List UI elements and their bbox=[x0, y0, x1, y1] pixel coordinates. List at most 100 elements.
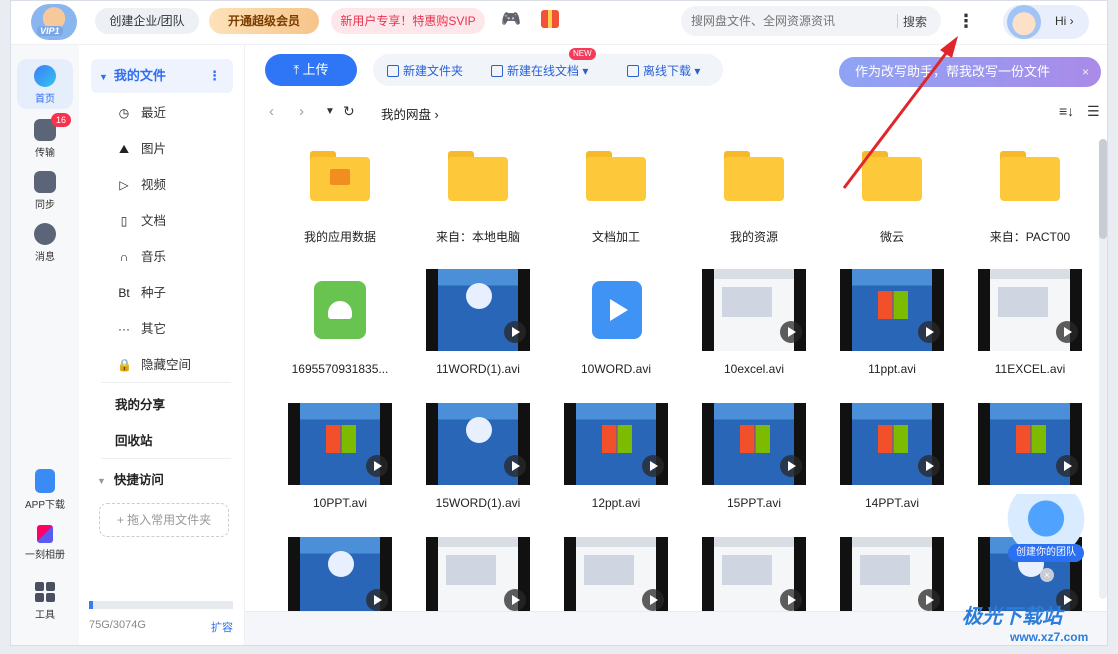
rail-sync[interactable]: 同步 bbox=[17, 165, 73, 215]
rail-tools[interactable]: 工具 bbox=[17, 575, 73, 625]
file-thumbnail bbox=[300, 269, 380, 349]
play-icon bbox=[918, 321, 940, 343]
sidebar-more-icon[interactable]: ⋮ bbox=[208, 59, 221, 93]
play-icon bbox=[918, 589, 940, 611]
my-share-item[interactable]: 我的分享 bbox=[115, 394, 165, 413]
rail-home[interactable]: 首页 bbox=[17, 59, 73, 109]
breadcrumb[interactable]: 我的网盘 › bbox=[381, 104, 439, 123]
play-icon bbox=[366, 455, 388, 477]
file-name: 10PPT.avi bbox=[312, 496, 368, 510]
file-tile[interactable]: 14PPT.avi bbox=[825, 403, 959, 529]
rail-messages-label: 消息 bbox=[35, 252, 55, 263]
sidebar-item[interactable]: ▯ 文档 bbox=[117, 211, 166, 231]
rewrite-assistant-banner[interactable]: 作为改写助手，帮我改写一份文件 × bbox=[839, 57, 1101, 87]
drop-folder-zone[interactable]: + 拖入常用文件夹 bbox=[99, 503, 229, 537]
upload-button[interactable]: ⤒ 上传 bbox=[265, 54, 357, 86]
file-tile[interactable] bbox=[825, 537, 959, 611]
file-name: 来自：本地电脑 bbox=[435, 230, 520, 244]
file-thumbnail bbox=[963, 403, 1097, 485]
folder-icon bbox=[724, 151, 784, 201]
file-tile[interactable]: 10WORD.avi bbox=[549, 269, 683, 395]
file-tile[interactable]: 11EXCEL.avi bbox=[963, 269, 1097, 395]
sort-icon[interactable]: ≡↓ bbox=[1059, 103, 1074, 119]
vertical-scrollbar[interactable] bbox=[1099, 139, 1107, 599]
sidebar-item[interactable]: ▷ 视频 bbox=[117, 175, 166, 195]
file-tile[interactable]: 11ppt.avi bbox=[825, 269, 959, 395]
add-doc-icon bbox=[491, 65, 503, 77]
rail-messages[interactable]: 消息 bbox=[17, 217, 73, 267]
sidebar-item[interactable]: ◷ 最近 bbox=[117, 103, 166, 123]
close-icon[interactable]: × bbox=[1082, 57, 1089, 87]
user-avatar[interactable]: VIP1 bbox=[31, 4, 77, 40]
search-button[interactable]: 搜索 bbox=[903, 13, 927, 30]
offline-download-button[interactable]: 离线下载 ▾ bbox=[627, 62, 700, 79]
rail-transfer[interactable]: 16 传输 bbox=[17, 113, 73, 163]
new-online-doc-label: 新建在线文档 bbox=[507, 64, 580, 78]
rail-album[interactable]: 一刻相册 bbox=[17, 519, 73, 569]
file-tile[interactable]: 11WORD(1).avi bbox=[411, 269, 545, 395]
sidebar-item-label: 视频 bbox=[141, 178, 167, 192]
sidebar-item[interactable]: ⛰ 图片 bbox=[117, 139, 166, 159]
list-view-icon[interactable]: ☰ bbox=[1087, 103, 1100, 120]
file-tile[interactable]: 12ppt.avi bbox=[549, 403, 683, 529]
quick-access-header[interactable]: ▼ 快捷访问 bbox=[97, 469, 164, 488]
sidebar-item[interactable]: 🔒 隐藏空间 bbox=[117, 355, 191, 375]
video-preview bbox=[978, 269, 1082, 351]
file-tile[interactable]: 1695570931835... bbox=[273, 269, 407, 395]
file-thumbnail bbox=[990, 135, 1070, 215]
file-tile[interactable]: 15WORD(1).avi bbox=[411, 403, 545, 529]
file-tile[interactable] bbox=[549, 537, 683, 611]
forward-arrow-icon[interactable]: › bbox=[299, 103, 304, 120]
gift-icon[interactable] bbox=[541, 10, 559, 28]
refresh-icon[interactable]: ↻ bbox=[343, 103, 355, 120]
scrollbar-thumb[interactable] bbox=[1099, 139, 1107, 239]
folder-tile[interactable]: 文档加工 bbox=[549, 135, 683, 261]
file-tile[interactable] bbox=[687, 537, 821, 611]
transfer-count-badge: 16 bbox=[51, 113, 71, 127]
folder-tile[interactable]: 来自：本地电脑 bbox=[411, 135, 545, 261]
play-icon bbox=[642, 455, 664, 477]
history-dropdown-icon[interactable]: ▼ bbox=[325, 106, 335, 117]
folder-tile[interactable]: 来自：PACT00 bbox=[963, 135, 1097, 261]
create-team-button[interactable]: 创建企业/团队 bbox=[95, 8, 199, 34]
quick-access-label: 快捷访问 bbox=[113, 473, 164, 487]
sync-icon bbox=[34, 171, 56, 193]
folder-tile[interactable]: 微云 bbox=[825, 135, 959, 261]
new-folder-button[interactable]: 新建文件夹 bbox=[387, 62, 463, 79]
video-preview bbox=[426, 269, 530, 351]
new-online-doc-button[interactable]: 新建在线文档 ▾ bbox=[491, 62, 588, 79]
expand-storage-link[interactable]: 扩容 bbox=[211, 619, 233, 635]
video-preview bbox=[840, 269, 944, 351]
back-arrow-icon[interactable]: ‹ bbox=[269, 103, 274, 120]
svip-promo-button[interactable]: 新用户专享！特惠购SVIP bbox=[331, 8, 485, 34]
sidebar-item[interactable]: ∩ 音乐 bbox=[117, 247, 166, 267]
file-name: 15WORD(1).avi bbox=[435, 496, 521, 510]
my-files-header[interactable]: ▼ 我的文件 ⋮ bbox=[91, 59, 233, 93]
sidebar-item-label: 最近 bbox=[141, 106, 167, 120]
file-tile[interactable]: 10PPT.avi bbox=[273, 403, 407, 529]
file-tile[interactable]: 15PPT.avi bbox=[687, 403, 821, 529]
video-preview bbox=[288, 403, 392, 485]
search-input[interactable] bbox=[691, 12, 891, 30]
recycle-bin-item[interactable]: 回收站 bbox=[115, 430, 153, 449]
file-thumbnail bbox=[687, 403, 821, 485]
file-name: 微云 bbox=[879, 230, 904, 244]
folder-tile[interactable]: 我的资源 bbox=[687, 135, 821, 261]
open-vip-button[interactable]: 开通超级会员 bbox=[209, 8, 319, 34]
assistant-greeting[interactable]: Hi › bbox=[1003, 5, 1089, 39]
create-team-float[interactable]: 创建你的团队 bbox=[1002, 494, 1090, 564]
play-icon bbox=[918, 455, 940, 477]
folder-icon bbox=[448, 151, 508, 201]
rail-tools-label: 工具 bbox=[35, 610, 55, 621]
file-tile[interactable] bbox=[411, 537, 545, 611]
sidebar-item[interactable]: Bt 种子 bbox=[117, 283, 166, 303]
file-tile[interactable] bbox=[273, 537, 407, 611]
folder-tile[interactable]: 我的应用数据 bbox=[273, 135, 407, 261]
rail-app-download[interactable]: APP下载 bbox=[17, 463, 73, 513]
sidebar-item[interactable]: ··· 其它 bbox=[117, 319, 166, 339]
more-menu-icon[interactable]: ⋮ bbox=[953, 6, 979, 36]
left-rail: 首页 16 传输 同步 消息 APP下载 一刻相册 工具 bbox=[11, 45, 79, 645]
file-tile[interactable]: 10excel.avi bbox=[687, 269, 821, 395]
close-icon[interactable]: × bbox=[1040, 568, 1054, 582]
game-controller-icon[interactable]: 🎮 bbox=[501, 11, 523, 29]
